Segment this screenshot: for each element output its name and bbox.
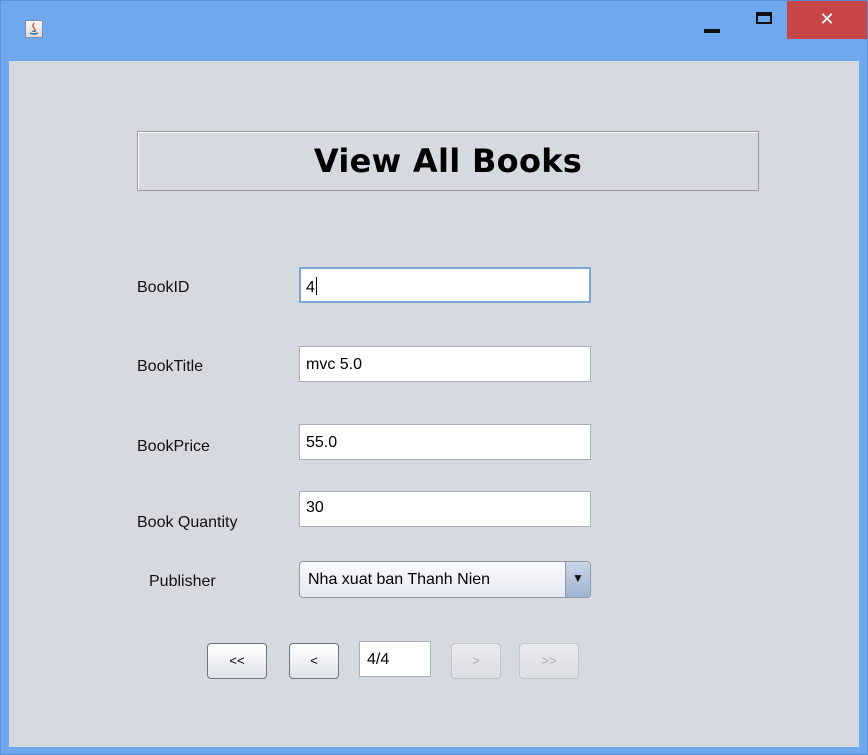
book-price-value: 55.0 bbox=[306, 434, 338, 451]
chevron-down-icon: ▼ bbox=[572, 571, 584, 585]
book-quantity-field[interactable]: 30 bbox=[299, 491, 591, 527]
maximize-button[interactable] bbox=[745, 5, 781, 41]
minimize-icon bbox=[704, 29, 720, 33]
page-indicator-field[interactable]: 4/4 bbox=[359, 641, 431, 677]
content-panel: View All Books BookID 4 BookTitle mvc 5.… bbox=[9, 61, 859, 747]
publisher-label: Publisher bbox=[149, 573, 216, 590]
app-window: ✕ View All Books BookID 4 BookTitle mvc … bbox=[0, 0, 868, 755]
close-button[interactable]: ✕ bbox=[787, 1, 867, 39]
first-record-button[interactable]: << bbox=[207, 643, 267, 679]
book-title-label: BookTitle bbox=[137, 358, 204, 375]
last-record-button[interactable]: >> bbox=[519, 643, 579, 679]
text-caret bbox=[315, 277, 317, 295]
close-icon: ✕ bbox=[819, 9, 835, 30]
book-price-label: BookPrice bbox=[137, 438, 210, 455]
maximize-icon bbox=[756, 12, 772, 24]
next-record-button[interactable]: > bbox=[451, 643, 501, 679]
book-price-field[interactable]: 55.0 bbox=[299, 424, 591, 460]
minimize-button[interactable] bbox=[695, 5, 731, 41]
book-id-field[interactable]: 4 bbox=[299, 267, 591, 303]
book-quantity-value: 30 bbox=[306, 499, 324, 516]
book-id-label: BookID bbox=[137, 279, 190, 296]
title-bar[interactable]: ✕ bbox=[1, 1, 867, 61]
publisher-selected-value: Nha xuat ban Thanh Nien bbox=[308, 571, 491, 588]
book-id-value: 4 bbox=[306, 279, 315, 296]
book-quantity-label: Book Quantity bbox=[137, 514, 238, 531]
book-title-field[interactable]: mvc 5.0 bbox=[299, 346, 591, 382]
previous-record-button[interactable]: < bbox=[289, 643, 339, 679]
publisher-select[interactable]: Nha xuat ban Thanh Nien ▼ bbox=[299, 561, 591, 598]
dropdown-arrow-button[interactable]: ▼ bbox=[565, 562, 590, 597]
java-app-icon bbox=[25, 20, 43, 38]
heading-box: View All Books bbox=[137, 131, 759, 191]
page-title: View All Books bbox=[313, 142, 583, 180]
book-title-value: mvc 5.0 bbox=[306, 356, 363, 373]
